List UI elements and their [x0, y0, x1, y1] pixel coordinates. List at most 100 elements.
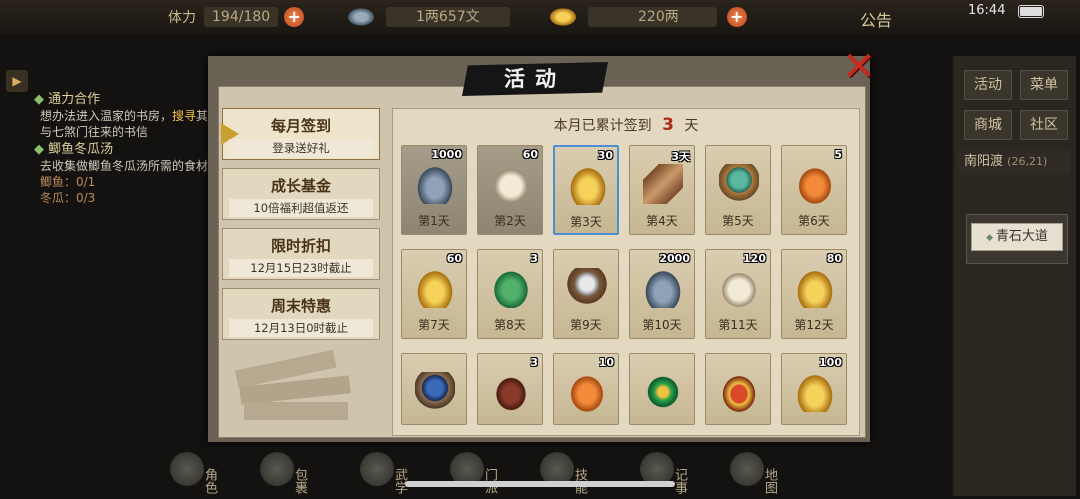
reward-day-cell[interactable]: 60 第2天: [477, 145, 543, 235]
silver-display: 1两657文: [346, 6, 510, 28]
books-decoration-icon: [235, 349, 351, 420]
day-label: 第8天: [494, 318, 526, 332]
signin-day-count: 3: [662, 115, 674, 135]
quest-desc-1-part-a: 想办法进入温家的书房，: [40, 109, 173, 123]
box-icon: [719, 372, 759, 412]
reward-day-cell[interactable]: 5 第6天: [781, 145, 847, 235]
stamina-display: 体力 194/180 +: [168, 6, 305, 28]
day-label: 第11天: [718, 318, 758, 332]
orange-icon: [567, 372, 607, 412]
reward-day-cell[interactable]: 60 第7天: [401, 249, 467, 339]
reward-count: 3: [530, 356, 538, 369]
reward-day-cell[interactable]: 100: [781, 353, 847, 425]
silver-value: 1两657文: [386, 7, 510, 27]
tab-growth-fund[interactable]: 成长基金 10倍福利超值返还: [222, 168, 380, 220]
orb-icon: [719, 164, 759, 204]
day-label: 第6天: [798, 214, 830, 228]
silver-ingot-icon: [346, 7, 376, 27]
reward-day-cell[interactable]: 80 第12天: [781, 249, 847, 339]
expand-arrow-icon[interactable]: ▶: [6, 70, 28, 92]
book-icon: [360, 452, 394, 486]
reward-day-cell[interactable]: 2000 第10天: [629, 249, 695, 339]
tab-subtitle: 登录送好礼: [229, 139, 373, 157]
reward-day-cell[interactable]: 1000 第1天: [401, 145, 467, 235]
add-gold-button[interactable]: +: [726, 7, 747, 27]
gold-icon: [795, 372, 835, 412]
gold-icon: [568, 165, 608, 205]
quest-title-2[interactable]: 鲫鱼冬瓜汤: [34, 142, 214, 158]
tab-subtitle: 10倍福利超值返还: [229, 199, 373, 217]
tab-subtitle: 12月15日23时截止: [229, 259, 373, 277]
blueorb-icon: [415, 372, 455, 412]
day-label: 第7天: [418, 318, 450, 332]
nav-character-label: 角色: [202, 468, 217, 494]
nav-bag-label: 包裹: [292, 468, 307, 494]
bun-icon: [491, 164, 531, 204]
reward-count: 30: [597, 149, 613, 162]
location-coord: (26,21): [1007, 155, 1048, 168]
gold-icon: [415, 268, 455, 308]
reward-day-cell[interactable]: 3: [477, 353, 543, 425]
day-label: 第3天: [570, 215, 602, 229]
day-label: 第5天: [722, 214, 754, 228]
reward-day-cell[interactable]: 10: [553, 353, 619, 425]
reward-count: 60: [446, 252, 462, 265]
quest-tracker[interactable]: 通力合作 想办法进入温家的书房，搜寻其与七煞门往来的书信 鲫鱼冬瓜汤 去收集做鲫…: [34, 90, 214, 206]
orange-icon: [795, 164, 835, 204]
silver-icon: [643, 268, 683, 308]
tab-weekend-special[interactable]: 周末特惠 12月13日0时截止: [222, 288, 380, 340]
quest-desc-2: 去收集做鲫鱼冬瓜汤所需的食材: [40, 159, 209, 173]
location-display: 南阳渡 (26,21): [958, 150, 1070, 174]
add-stamina-button[interactable]: +: [284, 7, 305, 27]
place-label[interactable]: 青石大道: [971, 223, 1063, 251]
nav-map-label: 地图: [762, 468, 777, 494]
reward-count: 80: [826, 252, 842, 265]
reward-count: 3天: [671, 150, 690, 163]
reward-count: 10: [598, 356, 614, 369]
quest-desc-1: 想办法进入温家的书房，搜寻其与七煞门往来的书信: [34, 108, 214, 140]
tab-subtitle: 12月13日0时截止: [229, 319, 373, 337]
reward-day-cell[interactable]: [401, 353, 467, 425]
reward-day-cell[interactable]: [629, 353, 695, 425]
reward-day-cell[interactable]: [705, 353, 771, 425]
bun-icon: [719, 268, 759, 308]
activity-button[interactable]: 活动: [964, 70, 1012, 100]
clock: 16:44: [968, 3, 1006, 18]
menu-button[interactable]: 菜单: [1020, 70, 1068, 100]
place-box: 青石大道: [966, 214, 1068, 264]
stamina-value: 194/180: [204, 7, 279, 27]
jar-icon: [491, 372, 531, 412]
reward-day-cell[interactable]: 第9天: [553, 249, 619, 339]
tab-limited-discount[interactable]: 限时折扣 12月15日23时截止: [222, 228, 380, 280]
gold-value: 220两: [588, 7, 717, 27]
jade-icon: [643, 372, 683, 412]
quest-count-2: 冬瓜：0/3: [40, 191, 96, 205]
community-button[interactable]: 社区: [1020, 110, 1068, 140]
character-icon: [170, 452, 204, 486]
day-label: 第9天: [570, 318, 602, 332]
reward-day-cell[interactable]: 30 第3天: [553, 145, 619, 235]
home-indicator[interactable]: [405, 481, 675, 487]
tab-monthly-signin[interactable]: 每月签到 登录送好礼: [222, 108, 380, 160]
quest-title-1[interactable]: 通力合作: [34, 92, 214, 108]
reward-count: 5: [834, 148, 842, 161]
reward-day-cell[interactable]: 第5天: [705, 145, 771, 235]
tab-title: 成长基金: [270, 177, 331, 195]
day-label: 第12天: [794, 318, 834, 332]
notice-button[interactable]: 公告: [860, 7, 892, 31]
top-resource-bar: [0, 0, 1080, 34]
location-name: 南阳渡: [964, 154, 1004, 169]
reward-count: 60: [522, 148, 538, 161]
pearl-icon: [567, 268, 607, 308]
gold-icon: [795, 268, 835, 308]
close-icon[interactable]: ✕: [842, 47, 876, 87]
tab-title: 周末特惠: [270, 297, 331, 315]
reward-day-cell[interactable]: 3天 第4天: [629, 145, 695, 235]
reward-day-cell[interactable]: 3 第8天: [477, 249, 543, 339]
reward-count: 100: [819, 356, 842, 369]
reward-day-cell[interactable]: 120 第11天: [705, 249, 771, 339]
quest-count-1: 鲫鱼：0/1: [40, 175, 96, 189]
shop-button[interactable]: 商城: [964, 110, 1012, 140]
signin-calendar: 本月已累计签到 3 天 1000 第1天 60 第2天 30 第3天 3天 第4天 第5天 5 第6…: [392, 108, 860, 436]
tab-title: 每月签到: [270, 117, 331, 135]
